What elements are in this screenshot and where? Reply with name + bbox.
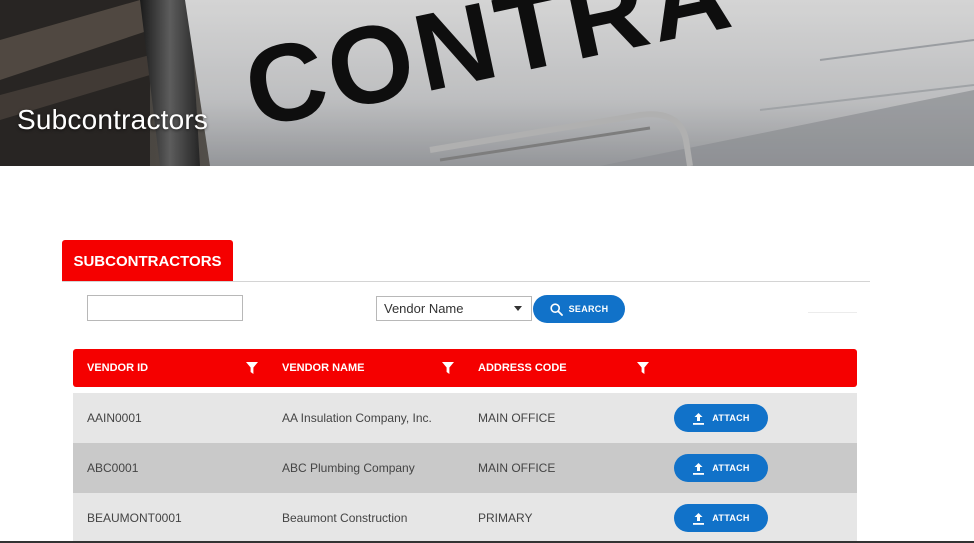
- tab-subcontractors[interactable]: SUBCONTRACTORS: [62, 240, 233, 281]
- column-label: VENDOR ID: [87, 362, 149, 374]
- search-button-label: SEARCH: [568, 304, 609, 314]
- attach-button-label: ATTACH: [712, 463, 750, 473]
- column-label: VENDOR NAME: [282, 362, 365, 374]
- upload-icon: [693, 412, 705, 425]
- vendor-id-cell: AAIN0001: [87, 411, 142, 425]
- page-title: Subcontractors: [17, 104, 209, 135]
- vendor-name-cell: ABC Plumbing Company: [282, 461, 415, 475]
- column-header-vendor-name[interactable]: VENDOR NAME: [282, 349, 365, 387]
- address-code-cell: MAIN OFFICE: [478, 411, 556, 425]
- vendor-name-cell: Beaumont Construction: [282, 511, 408, 525]
- address-code-cell: PRIMARY: [478, 511, 533, 525]
- column-header-address-code[interactable]: ADDRESS CODE: [478, 349, 567, 387]
- table-row: AAIN0001 AA Insulation Company, Inc. MAI…: [73, 393, 857, 443]
- select-value: Vendor Name: [384, 301, 464, 316]
- attach-button-label: ATTACH: [712, 413, 750, 423]
- vendor-id-cell: BEAUMONT0001: [87, 511, 182, 525]
- address-code-cell: MAIN OFFICE: [478, 461, 556, 475]
- vendor-id-cell: ABC0001: [87, 461, 139, 475]
- tab-divider: [62, 281, 870, 282]
- attach-button-label: ATTACH: [712, 513, 750, 523]
- search-icon: [549, 302, 563, 316]
- tab-label: SUBCONTRACTORS: [73, 253, 222, 270]
- search-field-select[interactable]: Vendor Name: [376, 296, 532, 321]
- filter-icon[interactable]: [442, 362, 454, 374]
- vendor-name-cell: AA Insulation Company, Inc.: [282, 411, 432, 425]
- chevron-down-icon: [514, 306, 522, 311]
- upload-icon: [693, 462, 705, 475]
- search-input[interactable]: [87, 295, 243, 321]
- attach-button[interactable]: ATTACH: [674, 504, 768, 532]
- table-row: BEAUMONT0001 Beaumont Construction PRIMA…: [73, 493, 857, 543]
- table-row: ABC0001 ABC Plumbing Company MAIN OFFICE…: [73, 443, 857, 493]
- filter-icon[interactable]: [246, 362, 258, 374]
- grid-header: VENDOR ID VENDOR NAME ADDRESS CODE: [73, 349, 857, 387]
- page-banner: CONTRA Subcontractors: [0, 0, 974, 166]
- divider: [808, 312, 857, 313]
- banner-image: CONTRA: [0, 0, 974, 166]
- column-label: ADDRESS CODE: [478, 362, 567, 374]
- attach-button[interactable]: ATTACH: [674, 404, 768, 432]
- column-header-vendor-id[interactable]: VENDOR ID: [87, 349, 148, 387]
- search-button[interactable]: SEARCH: [533, 295, 625, 323]
- filter-icon[interactable]: [637, 362, 649, 374]
- attach-button[interactable]: ATTACH: [674, 454, 768, 482]
- upload-icon: [693, 512, 705, 525]
